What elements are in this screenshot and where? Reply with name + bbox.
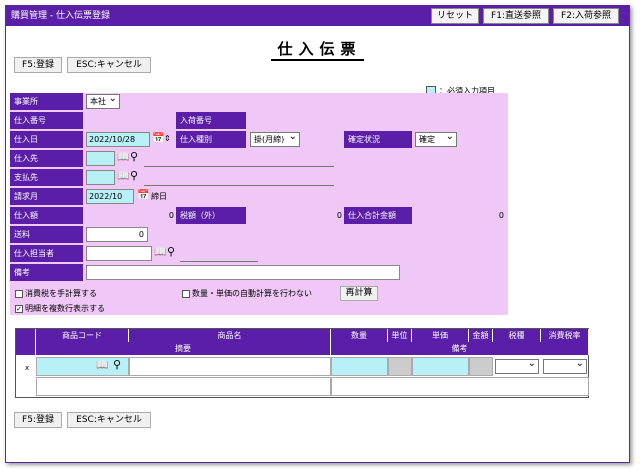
note-row-input[interactable] [331, 377, 589, 396]
tax-amount-label: 税額（外） [176, 207, 246, 224]
supplier-name-line [144, 166, 334, 167]
checkbox-icon [15, 289, 23, 298]
swap-icon[interactable]: ⇕ [164, 133, 171, 145]
col-tax-type: 税種 [493, 329, 541, 342]
col-unit: 単位 [388, 329, 412, 342]
col-amount: 金額 [469, 329, 493, 342]
checkbox-icon [182, 289, 190, 298]
purchase-type-label: 仕入種別 [176, 131, 246, 148]
cancel-button[interactable]: ESC:キャンセル [67, 57, 151, 73]
tax-rate-select[interactable] [543, 357, 587, 374]
total-amount-value: 0 [498, 211, 504, 220]
col-summary: 摘要 [36, 342, 331, 355]
summary-input[interactable] [36, 377, 331, 396]
staff-name-line [180, 261, 258, 262]
supplier-label: 仕入先 [10, 150, 83, 167]
payee-label: 支払先 [10, 169, 83, 186]
save-button[interactable]: F5:登録 [14, 57, 62, 73]
row-marker: x [25, 364, 30, 372]
no-auto-calc-checkbox[interactable]: 数量・単価の自動計算を行わない [182, 285, 312, 302]
confirm-status-label: 確定状況 [344, 131, 412, 148]
receipt-no-label: 入荷番号 [176, 112, 246, 129]
col-qty: 数量 [331, 329, 388, 342]
search-icon[interactable]: ⚲ [113, 359, 121, 371]
shipping-label: 送料 [10, 226, 83, 243]
tax-type-select[interactable] [495, 357, 539, 374]
book-icon[interactable]: 📖 [117, 171, 129, 183]
search-icon[interactable]: ⚲ [130, 151, 138, 163]
price-input[interactable] [412, 357, 469, 376]
save-button-bottom[interactable]: F5:登録 [14, 412, 62, 428]
office-select[interactable]: 本社 [86, 92, 120, 109]
direct-ship-ref-button[interactable]: F1:直送参照 [483, 8, 549, 24]
purchase-amount-label: 仕入額 [10, 207, 83, 224]
tax-amount-value: 0 [336, 211, 342, 220]
purchase-no-label: 仕入番号 [10, 112, 83, 129]
total-amount-label: 仕入合計金額 [344, 207, 412, 224]
purchase-date-label: 仕入日 [10, 131, 83, 148]
receipt-ref-button[interactable]: F2:入荷参照 [553, 8, 619, 24]
staff-label: 仕入担当者 [10, 245, 83, 262]
book-icon[interactable]: 📖 [117, 152, 129, 164]
billing-month-label: 請求月 [10, 188, 83, 205]
calendar-icon[interactable]: 📅 [152, 133, 164, 145]
search-icon[interactable]: ⚲ [130, 170, 138, 182]
purchase-type-select[interactable]: 掛(月締) [250, 130, 300, 147]
payee-code-input[interactable] [86, 170, 115, 185]
header-form: 事業所 本社 仕入番号 入荷番号 仕入日 2022/10/28 📅 ⇕ 仕入種別… [10, 92, 508, 317]
billing-month-input[interactable]: 2022/10 [86, 189, 134, 204]
name-input[interactable] [129, 357, 331, 376]
book-icon[interactable]: 📖 [154, 247, 166, 259]
purchase-amount-value: 0 [168, 211, 174, 220]
window: 購買管理 - 仕入伝票登録 リセット F1:直送参照 F2:入荷参照 仕入伝票 … [5, 5, 630, 463]
page-title: 仕入伝票 [6, 38, 629, 61]
recalc-button[interactable]: 再計算 [340, 286, 378, 301]
note-label: 備考 [10, 264, 83, 281]
multi-line-checkbox[interactable]: ✓ 明細を複数行表示する [15, 300, 105, 317]
purchase-date-input[interactable]: 2022/10/28 [86, 132, 150, 147]
book-icon[interactable]: 📖 [96, 360, 108, 372]
staff-code-input[interactable] [86, 246, 152, 261]
amount-cell [469, 357, 493, 376]
cancel-button-bottom[interactable]: ESC:キャンセル [67, 412, 151, 428]
col-note: 備考 [331, 342, 589, 355]
closing-day-label: 締日 [151, 192, 167, 201]
col-code: 商品コード [36, 329, 129, 342]
confirm-status-select[interactable]: 確定 [415, 130, 457, 147]
grid-corner [16, 329, 36, 355]
unit-cell [388, 357, 412, 376]
checkbox-checked-icon: ✓ [15, 304, 23, 313]
detail-grid: 商品コード 商品名 摘要 数量 単位 単価 金額 税種 消費税率 備考 x 📖 … [15, 328, 589, 398]
supplier-code-input[interactable] [86, 151, 115, 166]
reset-button[interactable]: リセット [431, 8, 479, 24]
search-icon[interactable]: ⚲ [167, 246, 175, 258]
col-tax-rate: 消費税率 [541, 329, 589, 342]
payee-name-line [144, 185, 334, 186]
shipping-input[interactable]: 0 [86, 227, 148, 242]
note-input[interactable] [86, 265, 400, 280]
col-price: 単価 [412, 329, 469, 342]
calendar-icon[interactable]: 📅 [137, 190, 149, 202]
office-label: 事業所 [10, 93, 83, 110]
col-name: 商品名 [129, 329, 331, 342]
qty-input[interactable] [331, 357, 388, 376]
